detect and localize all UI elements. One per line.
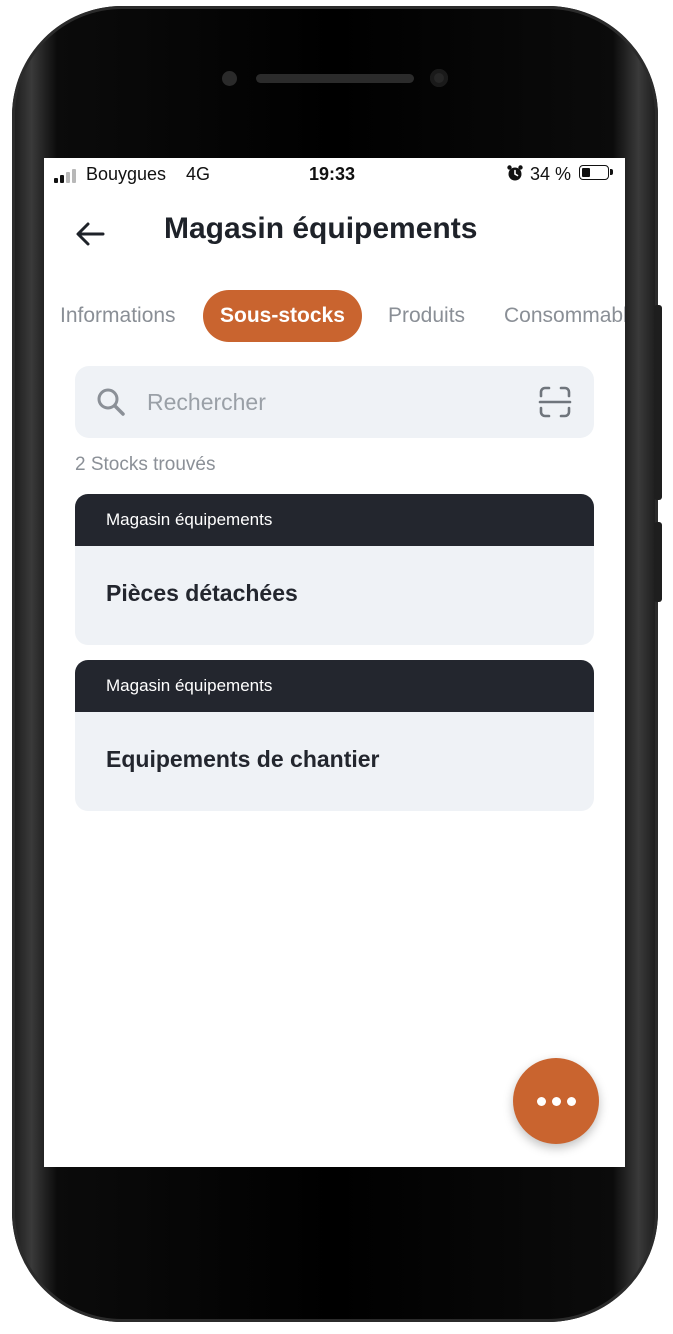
more-horizontal-icon — [536, 1096, 546, 1106]
side-button-upper — [654, 305, 662, 500]
tab-produits[interactable]: Produits — [388, 290, 465, 342]
tab-sous-stocks[interactable]: Sous-stocks — [203, 290, 362, 342]
page-title: Magasin équipements — [164, 212, 478, 245]
tab-consommables[interactable]: Consommables — [504, 290, 625, 342]
search-input[interactable] — [147, 366, 517, 438]
alarm-clock-icon — [506, 164, 524, 187]
phone-mockup: Bouygues 4G 19:33 34 % Magasin équipemen… — [0, 0, 673, 1334]
side-button-lower — [654, 522, 662, 602]
search-icon — [95, 386, 127, 423]
stock-card[interactable]: Magasin équipements Equipements de chant… — [75, 660, 594, 811]
stock-card-name: Pièces détachées — [106, 580, 298, 606]
status-bar: Bouygues 4G 19:33 34 % — [44, 158, 625, 192]
status-time: 19:33 — [309, 164, 356, 184]
signal-strength-icon — [54, 169, 82, 183]
stock-card-name: Equipements de chantier — [106, 746, 380, 772]
stock-card-parent: Magasin équipements — [75, 660, 594, 712]
proximity-sensor — [222, 71, 237, 86]
arrow-left-icon — [76, 222, 105, 246]
scan-icon[interactable] — [537, 384, 573, 425]
carrier-name: Bouygues — [86, 164, 167, 184]
back-button[interactable] — [70, 214, 110, 254]
battery-icon — [579, 165, 613, 180]
result-count: 2 Stocks trouvés — [75, 454, 216, 475]
more-actions-button[interactable] — [513, 1058, 599, 1144]
tab-bar: Informations Sous-stocks Produits Consom… — [44, 290, 625, 342]
earpiece-speaker — [256, 74, 414, 83]
search-bar — [75, 366, 594, 438]
stock-card-parent: Magasin équipements — [75, 494, 594, 546]
front-camera — [430, 69, 448, 87]
stock-card[interactable]: Magasin équipements Pièces détachées — [75, 494, 594, 645]
tab-informations[interactable]: Informations — [60, 290, 176, 342]
battery-percent: 34 % — [530, 164, 572, 184]
network-type: 4G — [186, 164, 211, 184]
app-screen: Bouygues 4G 19:33 34 % Magasin équipemen… — [44, 158, 625, 1167]
